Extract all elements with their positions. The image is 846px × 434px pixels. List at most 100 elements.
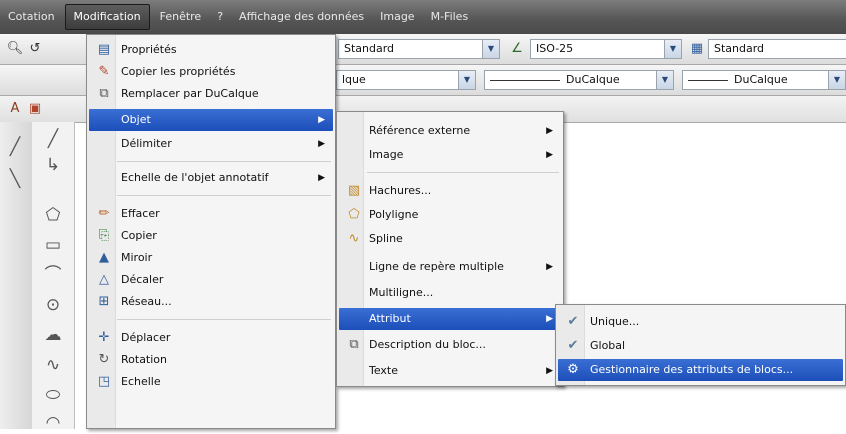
menu-item-miroir[interactable]: ▲ Miroir [89, 247, 333, 269]
text-style-value: Standard [344, 42, 395, 55]
menu-item-label: Déplacer [121, 331, 171, 344]
menu-image[interactable]: Image [372, 5, 422, 29]
menu-item-label: Copier [121, 229, 157, 242]
menu-item-label: Ligne de repère multiple [369, 260, 504, 273]
menu-item-label: Délimiter [121, 137, 172, 150]
menu-item-gestionnaire-attributs[interactable]: ⚙︎ Gestionnaire des attributs de blocs..… [558, 359, 843, 381]
menu-item-polyligne[interactable]: ⬠ Polyligne [339, 204, 561, 226]
menu-item-global[interactable]: ✔ Global [558, 335, 843, 357]
menu-item-copier-proprietes[interactable]: ✎ Copier les propriétés [89, 61, 333, 83]
properties-icon: ▤ [97, 42, 111, 57]
linetype-value: DuCalque [566, 73, 620, 86]
modification-menu: ▤ Propriétés ✎ Copier les propriétés ⧉ R… [86, 34, 336, 429]
polyline-icon: ⬠ [348, 207, 360, 222]
menu-separator [117, 195, 331, 196]
dimension-style-value: ISO-25 [536, 42, 574, 55]
submenu-arrow-icon: ▶ [546, 366, 553, 376]
lineweight-select[interactable]: DuCalque ▼ [682, 70, 846, 90]
layer-icon[interactable]: ▣ [26, 100, 44, 118]
menu-item-multiligne[interactable]: Multiligne... [339, 282, 561, 304]
linetype-preview [490, 79, 560, 81]
color-value: lque [342, 73, 366, 86]
table-style-value: Standard [714, 42, 765, 55]
menu-item-remplacer-ducalque[interactable]: ⧉ Remplacer par DuCalque [89, 83, 333, 105]
menu-item-ligne-repere-multiple[interactable]: Ligne de repère multiple ▶ [339, 256, 561, 278]
text-icon[interactable]: A [6, 100, 24, 118]
chevron-down-icon: ▼ [482, 40, 499, 58]
table-style-select[interactable]: Standard [708, 39, 846, 59]
menu-item-description-bloc[interactable]: ⧉ Description du bloc... [339, 334, 561, 356]
attribute-global-icon: ✔ [567, 338, 579, 353]
chevron-down-icon: ▼ [656, 71, 673, 89]
menu-affichage-donnees[interactable]: Affichage des données [231, 5, 372, 29]
menu-item-delimiter[interactable]: Délimiter ▶ [89, 133, 333, 155]
eraser-icon: ✏︎ [98, 206, 110, 221]
menu-item-label: Texte [369, 364, 399, 377]
menu-modification[interactable]: Modification [64, 4, 150, 30]
menu-item-spline[interactable]: ∿ Spline [339, 228, 561, 250]
polyline-tool-icon[interactable]: ↳ [38, 154, 68, 176]
submenu-arrow-icon: ▶ [318, 115, 325, 125]
lineweight-value: DuCalque [734, 73, 788, 86]
menu-item-deplacer[interactable]: ✛ Déplacer [89, 327, 333, 349]
ellipse-icon[interactable]: ⬭ [38, 384, 68, 406]
menu-item-objet[interactable]: Objet ▶ [89, 109, 333, 131]
menu-item-copier[interactable]: ⎘ Copier [89, 225, 333, 247]
draw-toolbar-left: ╱ ╲ [0, 122, 33, 429]
menu-cotation[interactable]: Cotation [0, 5, 63, 29]
menu-item-label: Unique... [590, 315, 640, 328]
spline-tool-icon[interactable]: ∿ [38, 354, 68, 376]
line-tool-icon[interactable]: ╱ [0, 136, 30, 158]
menu-item-reseau[interactable]: ⊞ Réseau... [89, 291, 333, 313]
submenu-arrow-icon: ▶ [546, 126, 553, 136]
arc-icon[interactable]: ⌒ [38, 264, 68, 286]
menu-item-proprietes[interactable]: ▤ Propriétés [89, 39, 333, 61]
menu-item-rotation[interactable]: ↻ Rotation [89, 349, 333, 371]
bylayer-icon: ⧉ [99, 86, 109, 101]
menu-item-unique[interactable]: ✔ Unique... [558, 311, 843, 333]
menu-item-label: Référence externe [369, 124, 471, 137]
offset-icon: △ [99, 272, 109, 287]
table-style-icon: ▦ [690, 41, 704, 56]
dimension-style-icon: ∠ [511, 41, 523, 56]
rectangle-icon[interactable]: ▭ [38, 234, 68, 256]
menu-item-texte[interactable]: Texte ▶ [339, 360, 561, 382]
attribut-submenu: ✔ Unique... ✔ Global ⚙︎ Gestionnaire des… [555, 304, 846, 386]
match-properties-icon: ✎ [98, 64, 110, 79]
menu-item-reference-externe[interactable]: Référence externe ▶ [339, 120, 561, 142]
menu-help[interactable]: ? [209, 5, 231, 29]
zoom-previous-icon[interactable]: ↺ [26, 40, 44, 58]
menu-item-label: Echelle [121, 375, 161, 388]
menu-item-hachures[interactable]: ▧ Hachures... [339, 180, 561, 202]
menu-item-echelle-annotatif[interactable]: Echelle de l'objet annotatif ▶ [89, 167, 333, 189]
xline-icon[interactable]: ╱ [38, 128, 68, 150]
scale-icon: ◳ [97, 374, 111, 389]
copy-icon: ⎘ [98, 228, 110, 243]
menu-item-echelle[interactable]: ◳ Echelle [89, 371, 333, 393]
menu-item-label: Description du bloc... [369, 338, 486, 351]
menu-item-attribut[interactable]: Attribut ▶ [339, 308, 561, 330]
zoom-icon[interactable]: 🔍︎ [6, 40, 24, 58]
menu-item-decaler[interactable]: △ Décaler [89, 269, 333, 291]
dimension-style-select[interactable]: ISO-25 ▼ [530, 39, 682, 59]
color-select[interactable]: lque ▼ [336, 70, 476, 90]
revcloud-icon[interactable]: ☁︎ [38, 324, 68, 346]
menu-item-effacer[interactable]: ✏︎ Effacer [89, 203, 333, 225]
menu-item-label: Miroir [121, 251, 153, 264]
menu-mfiles[interactable]: M-Files [423, 5, 477, 29]
menu-item-label: Remplacer par DuCalque [121, 87, 259, 100]
ellipse-arc-icon[interactable]: ◠ [38, 412, 68, 434]
circle-icon[interactable]: ⊙ [38, 294, 68, 316]
construction-line-icon[interactable]: ╲ [0, 168, 30, 190]
menu-item-label: Attribut [369, 312, 411, 325]
menu-item-image[interactable]: Image ▶ [339, 144, 561, 166]
menu-item-label: Hachures... [369, 184, 432, 197]
menu-fenetre[interactable]: Fenêtre [152, 5, 210, 29]
polygon-icon[interactable]: ⬠ [38, 204, 68, 226]
text-style-select[interactable]: Standard ▼ [338, 39, 500, 59]
linetype-select[interactable]: DuCalque ▼ [484, 70, 674, 90]
menu-bar: Cotation Modification Fenêtre ? Affichag… [0, 0, 846, 34]
move-icon: ✛ [98, 330, 110, 345]
submenu-arrow-icon: ▶ [546, 150, 553, 160]
menu-separator [117, 319, 331, 320]
